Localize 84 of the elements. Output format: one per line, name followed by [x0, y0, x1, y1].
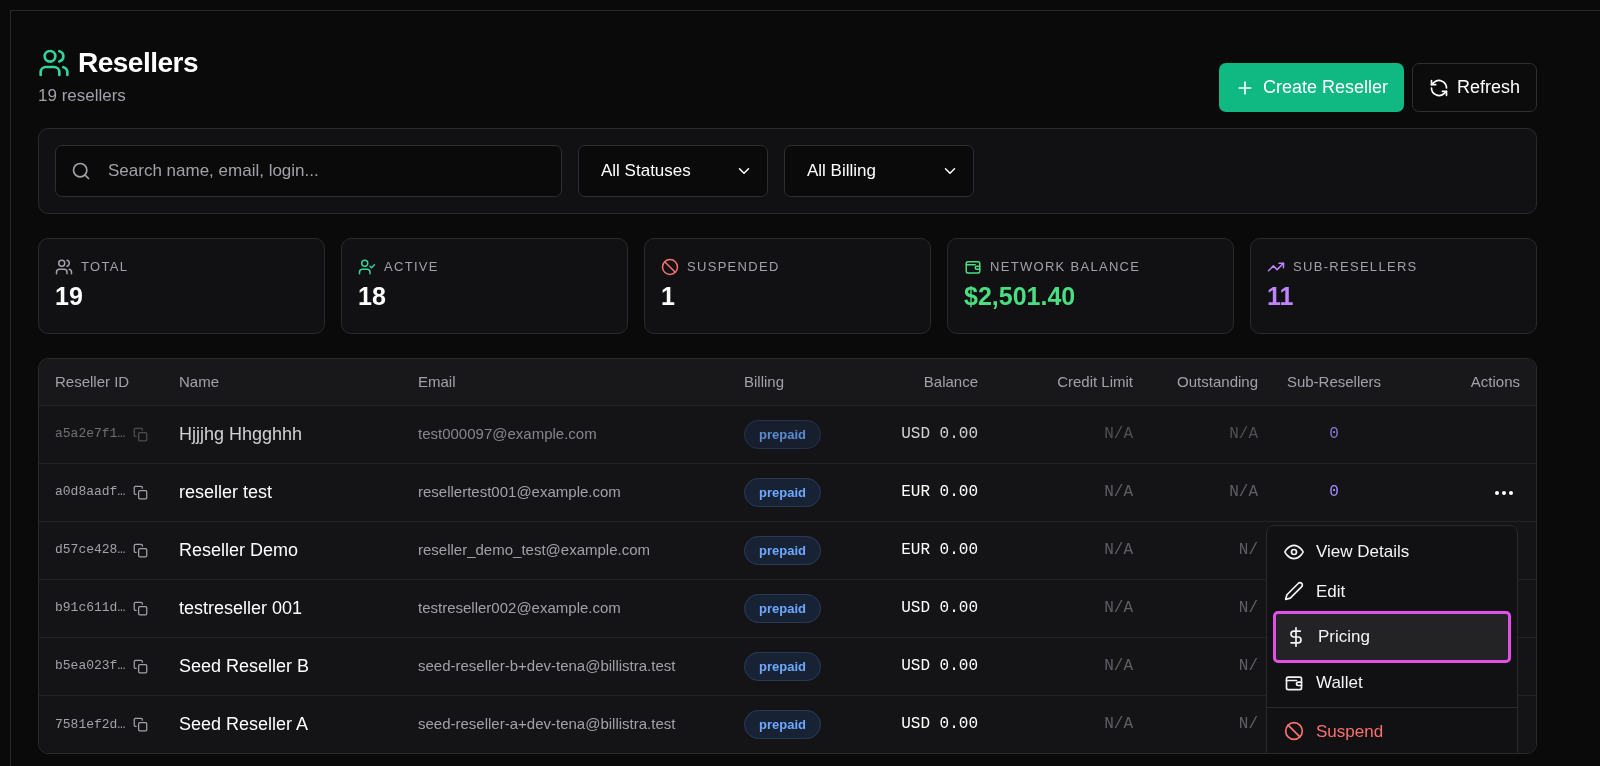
outstanding-value: N/ — [1238, 715, 1258, 734]
refresh-button[interactable]: Refresh — [1411, 63, 1537, 112]
menu-item[interactable]: Suspend — [1273, 711, 1511, 751]
stat-value: 1 — [661, 282, 676, 310]
ellipsis-icon — [1494, 489, 1514, 496]
reseller-name: Hjjjhg Hhgghhh — [179, 423, 303, 444]
ban-icon — [1284, 721, 1304, 742]
copy-icon[interactable] — [133, 484, 149, 500]
reseller-id: d57ce428… — [55, 541, 126, 560]
credit-limit-value: N/A — [1104, 541, 1133, 559]
column-header: Billing — [744, 372, 785, 390]
reseller-id: a0d8aadf… — [55, 483, 126, 502]
billing-badge: prepaid — [744, 593, 821, 623]
billing-badge: prepaid — [744, 535, 821, 565]
reseller-name: Seed Reseller B — [179, 655, 310, 676]
copy-icon[interactable] — [133, 716, 149, 732]
column-header: Outstanding — [1177, 372, 1258, 390]
reseller-count: 19 resellers — [38, 85, 127, 107]
menu-item[interactable]: Edit — [1273, 571, 1511, 611]
stat-label: SUB-RESELLERS — [1293, 258, 1418, 276]
sub-resellers-count: 0 — [1329, 483, 1339, 501]
credit-limit-value: N/A — [1104, 715, 1133, 734]
reseller-email: reseller_demo_test@example.com — [418, 540, 650, 558]
outstanding-value: N/ — [1238, 599, 1258, 617]
reseller-id: a5a2e7f1… — [55, 425, 126, 444]
balance-value: USD 0.00 — [901, 657, 978, 675]
column-header: Reseller ID — [55, 372, 130, 390]
menu-item[interactable]: Wallet — [1273, 663, 1511, 703]
filter-dropdown[interactable]: All Billing — [784, 145, 974, 197]
reseller-name: testreseller 001 — [179, 597, 303, 618]
reseller-name: reseller test — [179, 481, 273, 502]
menu-item[interactable]: View Details — [1273, 532, 1511, 572]
stat-label: SUSPENDED — [687, 258, 780, 276]
stat-label: ACTIVE — [384, 258, 439, 276]
pencil-icon — [1284, 581, 1304, 602]
stat-value: 19 — [55, 282, 84, 310]
page-title: Resellers — [78, 47, 199, 79]
reseller-name: Seed Reseller A — [179, 713, 309, 734]
sub-resellers-count: 0 — [1329, 425, 1339, 443]
billing-badge: prepaid — [744, 710, 821, 739]
reseller-name: Reseller Demo — [179, 539, 299, 560]
credit-limit-value: N/A — [1104, 425, 1133, 443]
column-header: Credit Limit — [1057, 372, 1133, 390]
balance-value: EUR 0.00 — [901, 483, 978, 501]
stat-value: 11 — [1267, 282, 1295, 310]
outstanding-value: N/ — [1238, 541, 1258, 559]
outstanding-value: N/A — [1229, 483, 1258, 501]
menu-item[interactable]: Pricing — [1273, 611, 1511, 663]
search-field[interactable]: Search name, email, login... — [55, 145, 562, 197]
reseller-email: seed-reseller-b+dev-tena@billistra.test — [418, 656, 676, 674]
credit-limit-value: N/A — [1104, 483, 1133, 501]
billing-badge: prepaid — [744, 651, 821, 681]
reseller-email: seed-reseller-a+dev-tena@billistra.test — [418, 715, 676, 732]
credit-limit-value: N/A — [1104, 599, 1133, 617]
users-icon — [38, 47, 70, 79]
reseller-email: resellertest001@example.com — [418, 482, 621, 500]
outstanding-value: N/A — [1229, 425, 1258, 443]
stat-label: TOTAL — [81, 258, 129, 276]
balance-value: USD 0.00 — [901, 599, 978, 617]
filter-dropdown[interactable]: All Statuses — [578, 145, 768, 197]
column-header: Actions — [1470, 372, 1520, 390]
stat-value: $2,501.40 — [964, 282, 1077, 310]
balance-value: EUR 0.00 — [901, 541, 978, 559]
credit-limit-value: N/A — [1104, 657, 1133, 675]
billing-badge: prepaid — [744, 477, 821, 507]
reseller-email: test000097@example.com — [418, 424, 597, 442]
balance-value: USD 0.00 — [901, 425, 978, 443]
stat-value: 18 — [358, 282, 387, 310]
column-header: Name — [179, 372, 219, 390]
copy-icon[interactable] — [133, 658, 149, 674]
reseller-id: b91c611d… — [55, 599, 126, 618]
balance-value: USD 0.00 — [901, 715, 978, 734]
column-header: Sub-Resellers — [1286, 372, 1382, 390]
reseller-id: 7581ef2d… — [55, 715, 126, 734]
billing-badge: prepaid — [744, 419, 821, 449]
column-header: Email — [418, 372, 456, 390]
stat-label: NETWORK BALANCE — [990, 258, 1141, 276]
copy-icon[interactable] — [133, 600, 149, 616]
refresh-icon — [1428, 77, 1449, 98]
reseller-email: testreseller002@example.com — [418, 598, 621, 616]
outstanding-value: N/ — [1238, 657, 1258, 675]
reseller-id: b5ea023f… — [55, 657, 126, 676]
column-header: Balance — [923, 372, 978, 390]
copy-icon[interactable] — [133, 542, 149, 558]
